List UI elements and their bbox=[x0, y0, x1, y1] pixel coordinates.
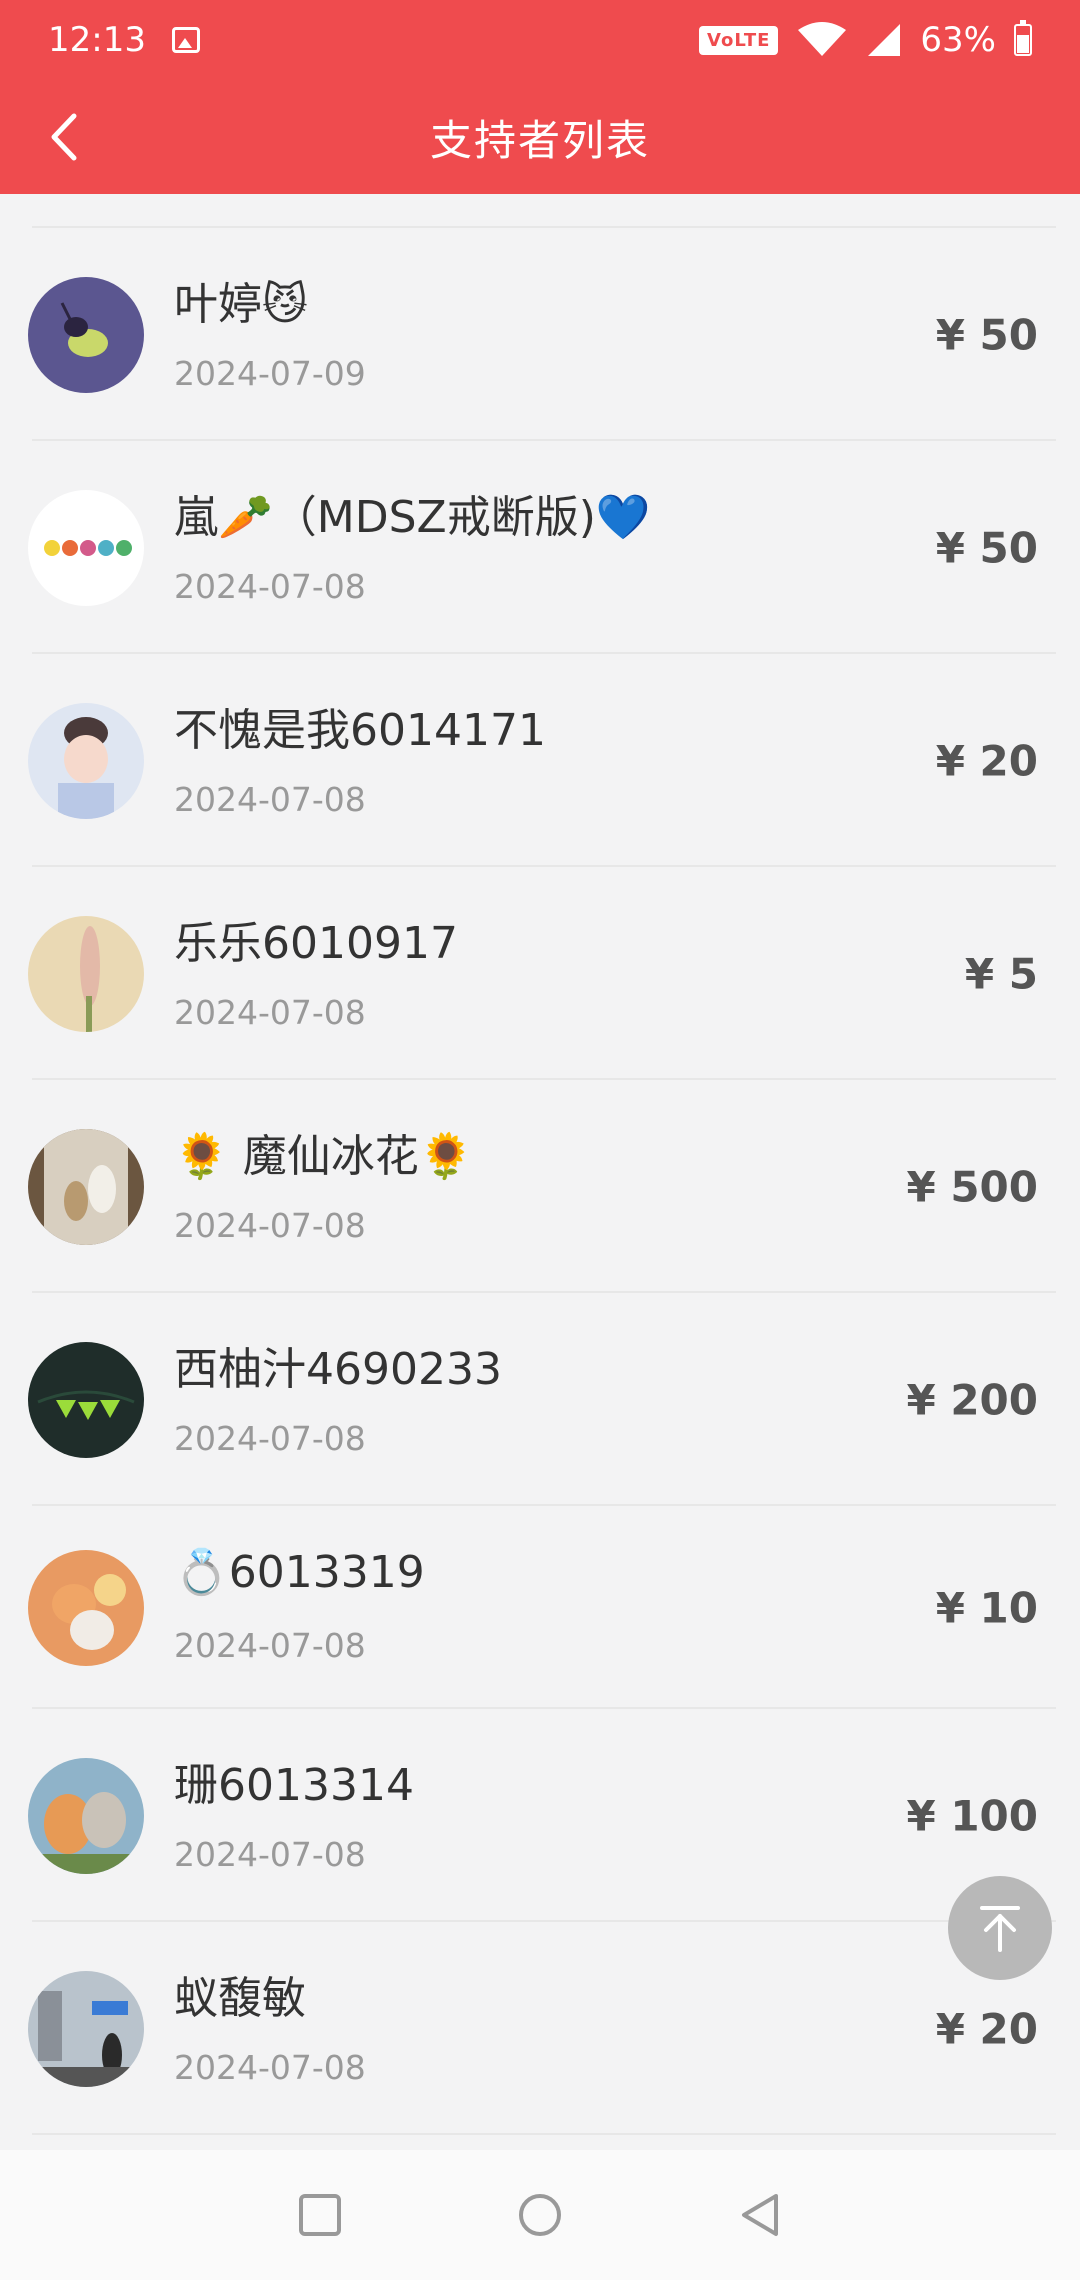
back-triangle-icon bbox=[742, 2194, 778, 2236]
list-item[interactable]: 叶婷😼 2024-07-09 ¥ 50 bbox=[0, 228, 1080, 441]
support-amount: ¥ 200 bbox=[906, 1375, 1038, 1424]
list-item[interactable]: 西柚汁4690233 2024-07-08 ¥ 200 bbox=[0, 1293, 1080, 1506]
support-date: 2024-07-08 bbox=[174, 1835, 366, 1874]
home-button[interactable] bbox=[490, 2165, 590, 2265]
supporter-name: 叶婷😼 bbox=[174, 279, 308, 330]
avatar bbox=[28, 1549, 144, 1666]
support-date: 2024-07-08 bbox=[174, 780, 366, 819]
battery-percent: 63% bbox=[920, 20, 996, 60]
system-back-button[interactable] bbox=[710, 2165, 810, 2265]
list-item[interactable]: 不愧是我6014171 2024-07-08 ¥ 20 bbox=[0, 654, 1080, 867]
title-bar: 支持者列表 bbox=[0, 80, 1080, 194]
app-header: 12:13 VoLTE 63% 支持者列表 bbox=[0, 0, 1080, 194]
supporter-name: 嵐🥕（MDSZ戒断版)💙 bbox=[174, 492, 651, 543]
support-date: 2024-07-08 bbox=[174, 1206, 366, 1245]
support-amount: ¥ 10 bbox=[935, 1583, 1038, 1632]
recents-square-icon bbox=[299, 2194, 341, 2236]
page-title: 支持者列表 bbox=[429, 115, 650, 165]
supporter-name: 不愧是我6014171 bbox=[174, 705, 546, 756]
supporter-name: 珊6013314 bbox=[174, 1760, 414, 1811]
avatar bbox=[28, 1128, 144, 1245]
support-date: 2024-07-09 bbox=[174, 354, 366, 393]
back-button[interactable] bbox=[28, 102, 98, 172]
avatar bbox=[28, 1757, 144, 1874]
image-icon bbox=[171, 27, 200, 53]
support-amount: ¥ 500 bbox=[906, 1162, 1038, 1211]
support-date: 2024-07-08 bbox=[174, 1626, 366, 1665]
supporter-name: 🌻 魔仙冰花🌻 bbox=[174, 1131, 474, 1182]
list-item[interactable]: 乐乐6010917 2024-07-08 ¥ 5 bbox=[0, 867, 1080, 1080]
support-amount: ¥ 100 bbox=[906, 1791, 1038, 1840]
support-date: 2024-07-08 bbox=[174, 1419, 366, 1458]
supporter-name: 西柚汁4690233 bbox=[174, 1344, 502, 1395]
system-nav-bar bbox=[0, 2150, 1080, 2280]
list-item[interactable]: 珊6013314 2024-07-08 ¥ 100 bbox=[0, 1709, 1080, 1922]
recents-button[interactable] bbox=[270, 2165, 370, 2265]
volte-badge: VoLTE bbox=[699, 25, 779, 55]
avatar bbox=[28, 1341, 144, 1458]
list-item[interactable]: 🌻 魔仙冰花🌻 2024-07-08 ¥ 500 bbox=[0, 1080, 1080, 1293]
home-circle-icon bbox=[519, 2194, 561, 2236]
support-date: 2024-07-08 bbox=[174, 993, 366, 1032]
row-divider bbox=[32, 2133, 1056, 2135]
status-bar: 12:13 VoLTE 63% bbox=[0, 0, 1080, 80]
list-item[interactable]: 💍6013319 2024-07-08 ¥ 10 bbox=[0, 1506, 1080, 1709]
supporter-name: 蚁馥敏 bbox=[174, 1973, 306, 2024]
supporter-name: 乐乐6010917 bbox=[174, 918, 458, 969]
battery-icon bbox=[1014, 20, 1032, 56]
support-amount: ¥ 20 bbox=[935, 736, 1038, 785]
avatar bbox=[28, 702, 144, 819]
avatar bbox=[28, 276, 144, 393]
chevron-left-icon bbox=[51, 113, 77, 161]
list-item[interactable]: 嵐🥕（MDSZ戒断版)💙 2024-07-08 ¥ 50 bbox=[0, 441, 1080, 654]
support-amount: ¥ 20 bbox=[935, 2004, 1038, 2053]
avatar bbox=[28, 915, 144, 1032]
support-date: 2024-07-08 bbox=[174, 567, 366, 606]
scroll-to-top-button[interactable] bbox=[948, 1876, 1052, 1980]
list-item[interactable]: 蚁馥敏 2024-07-08 ¥ 20 bbox=[0, 1922, 1080, 2135]
support-date: 2024-07-08 bbox=[174, 2048, 366, 2087]
support-amount: ¥ 50 bbox=[935, 523, 1038, 572]
supporter-name: 💍6013319 bbox=[174, 1547, 425, 1598]
wifi-icon bbox=[798, 22, 847, 56]
avatar bbox=[28, 1970, 144, 2087]
status-time: 12:13 bbox=[48, 20, 146, 60]
support-amount: ¥ 50 bbox=[935, 310, 1038, 359]
avatar bbox=[28, 489, 144, 606]
support-amount: ¥ 5 bbox=[964, 949, 1038, 998]
arrow-up-to-top-icon bbox=[980, 1906, 1020, 1952]
signal-icon bbox=[868, 24, 901, 56]
